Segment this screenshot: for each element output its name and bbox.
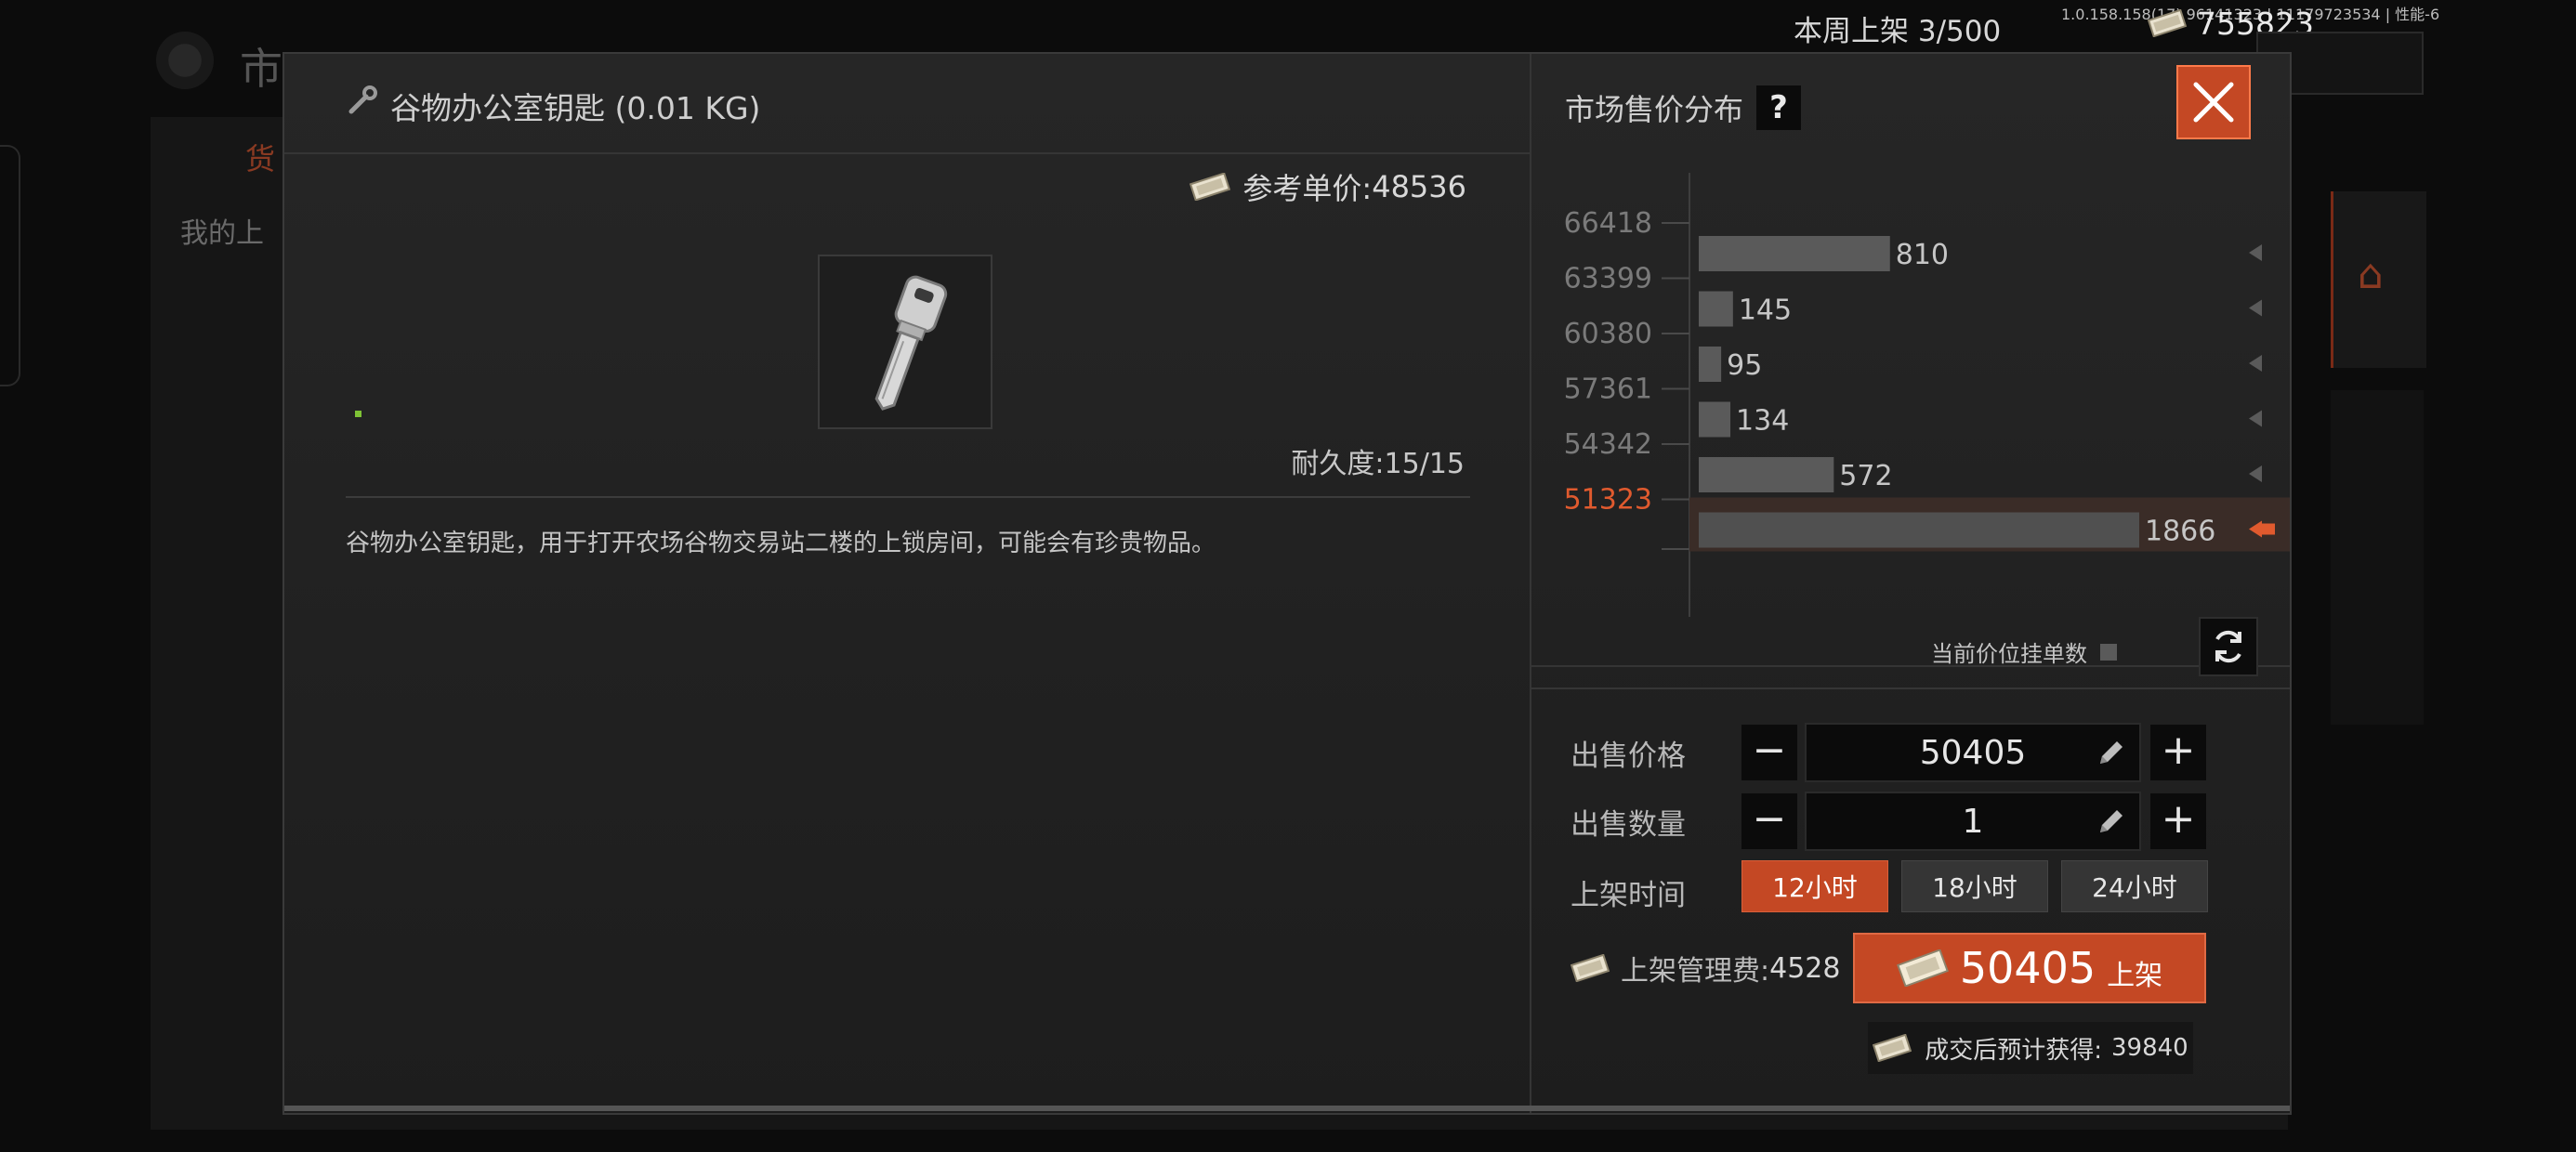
tick-label: 63399 (1564, 263, 1652, 295)
market-title-text: 市场售价分布 (1565, 92, 1744, 127)
price-marker-icon (2249, 244, 2262, 261)
close-icon (2193, 82, 2234, 123)
sell-price-label: 出售价格 (1571, 740, 1686, 773)
pencil-icon (2100, 741, 2123, 764)
weekly-listing: 本周上架 3/500 (1794, 7, 2001, 49)
reference-price: 参考单价: 48536 (1189, 165, 1466, 208)
data-label: 95 (1727, 349, 1762, 382)
item-description: 谷物办公室钥匙，用于打开农场谷物交易站二楼的上锁房间，可能会有珍贵物品。 (346, 530, 1216, 557)
price-input[interactable]: 50405 (1805, 723, 2141, 782)
price-value: 50405 (1919, 734, 2027, 772)
market-title: 市场售价分布 ? (1565, 85, 1802, 130)
fee-value: 4528 (1769, 951, 1841, 985)
durability-label: 耐久度: (1291, 448, 1385, 480)
chart-legend: 当前价位挂单数 (1931, 635, 2117, 668)
side-tabs (2331, 390, 2424, 725)
left-edge-handle (0, 145, 20, 386)
cash-icon (1189, 173, 1231, 201)
home-tab[interactable]: ⌂ (2331, 191, 2426, 368)
cash-icon (1873, 1034, 1912, 1062)
list-label: 上架 (2107, 960, 2163, 992)
background-tab[interactable]: 货 (245, 136, 275, 178)
durability-value: 15/15 (1384, 448, 1465, 480)
sell-quantity-label: 出售数量 (1571, 808, 1686, 842)
home-icon: ⌂ (2358, 251, 2384, 298)
data-label: 1866 (2145, 516, 2215, 548)
expected-value: 39840 (2111, 1034, 2188, 1062)
time-option-18h[interactable]: 18小时 (1901, 860, 2048, 912)
quantity-increase-button[interactable]: + (2150, 793, 2206, 849)
data-label: 134 (1736, 405, 1789, 438)
help-button[interactable]: ? (1756, 85, 1802, 130)
legend-swatch (2100, 643, 2117, 661)
background-title: 市 (240, 44, 283, 94)
price-marker-icon (2249, 410, 2262, 427)
legend-label: 当前价位挂单数 (1931, 641, 2087, 667)
cash-icon (1896, 949, 1949, 987)
item-name: 谷物办公室钥匙 (0.01 KG) (390, 90, 761, 126)
chart-svg: 66418 810 63399 145 60380 95 57361 134 54342 572 5… (1564, 173, 2290, 617)
refresh-button[interactable] (2199, 617, 2258, 676)
price-increase-button[interactable]: + (2150, 725, 2206, 780)
tick-label: 66418 (1564, 207, 1652, 240)
price-distribution-chart: 66418 810 63399 145 60380 95 57361 134 54342 572 5… (1531, 154, 2290, 667)
bar (1699, 291, 1733, 327)
tick-label: 54342 (1564, 428, 1652, 461)
data-label: 572 (1839, 460, 1892, 492)
cash-icon (2147, 9, 2188, 37)
expected-label: 成交后预计获得: (1925, 1036, 2103, 1065)
rarity-indicator (355, 411, 361, 417)
tick-label: 60380 (1564, 318, 1652, 350)
key-tag-icon (348, 85, 377, 114)
listing-fee: 上架管理费: 4528 (1571, 948, 1840, 988)
background-my-listings: 我的上 (180, 217, 264, 250)
tick-label: 57361 (1564, 373, 1652, 406)
quantity-value: 1 (1962, 803, 1984, 841)
bar (1699, 512, 2139, 548)
weekly-listing-label: 本周上架 (1794, 15, 1909, 48)
listing-time-label: 上架时间 (1571, 879, 1686, 912)
reference-price-value: 48536 (1372, 169, 1466, 204)
price-marker-icon (2249, 355, 2262, 372)
time-option-12h[interactable]: 12小时 (1741, 860, 1888, 912)
fee-label: 上架管理费: (1621, 955, 1770, 988)
refresh-icon (2215, 630, 2241, 663)
dialog-bottom-bar (284, 1106, 2290, 1111)
price-marker-icon (2262, 523, 2275, 535)
close-button[interactable] (2176, 65, 2251, 139)
bar (1699, 457, 1834, 492)
divider (1531, 687, 2290, 689)
quantity-input[interactable]: 1 (1805, 792, 2141, 851)
price-marker-icon (2249, 299, 2262, 317)
price-decrease-button[interactable]: − (1741, 725, 1797, 780)
item-image (818, 255, 992, 429)
list-price: 50405 (1959, 943, 2096, 993)
bar (1699, 347, 1722, 382)
bar (1699, 236, 1890, 271)
list-item-button[interactable]: 50405 上架 (1853, 933, 2206, 1003)
data-label: 145 (1739, 295, 1792, 327)
key-icon (874, 275, 948, 411)
quantity-decrease-button[interactable]: − (1741, 793, 1797, 849)
divider (346, 496, 1470, 498)
time-option-24h[interactable]: 24小时 (2061, 860, 2208, 912)
tick-label: 51323 (1564, 484, 1652, 517)
item-info-panel: 谷物办公室钥匙 (0.01 KG) 参考单价:48536 耐久度:15/15 (284, 54, 1531, 1113)
weekly-listing-count: 3/500 (1917, 15, 2002, 48)
price-marker-icon (2249, 465, 2262, 482)
reference-price-label: 参考单价: (1242, 171, 1373, 206)
pencil-icon (2100, 810, 2123, 832)
expected-income: 成交后预计获得: 39840 (1868, 1022, 2193, 1074)
bar (1699, 401, 1731, 438)
durability: 耐久度:15/15 (1291, 440, 1465, 481)
cash-icon (1571, 954, 1610, 982)
data-label: 810 (1896, 239, 1949, 271)
market-logo-icon (156, 32, 214, 89)
